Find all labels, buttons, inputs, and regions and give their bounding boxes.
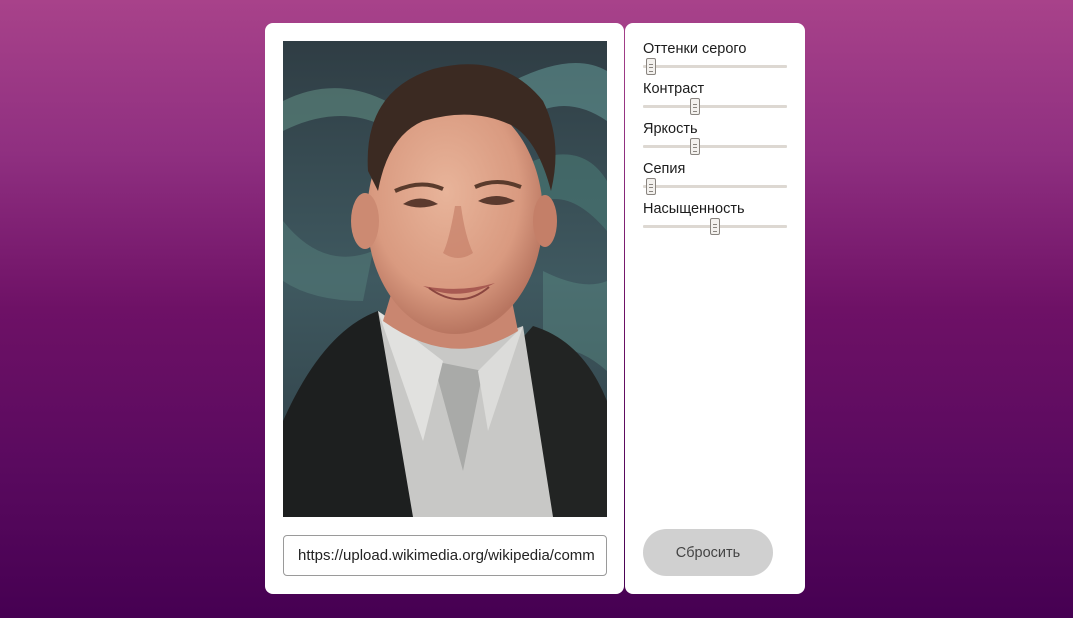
- contrast-slider-group: Контраст: [643, 81, 787, 121]
- reset-button[interactable]: Сбросить: [643, 529, 773, 576]
- saturation-label: Насыщенность: [643, 201, 745, 217]
- brightness-slider-group: Яркость: [643, 121, 787, 161]
- brightness-track[interactable]: [643, 145, 787, 148]
- saturation-slider-group: Насыщенность: [643, 201, 787, 241]
- image-card: [265, 23, 624, 594]
- sepia-thumb[interactable]: [646, 178, 656, 195]
- sepia-label: Сепия: [643, 161, 686, 177]
- contrast-thumb[interactable]: [690, 98, 700, 115]
- saturation-thumb[interactable]: [710, 218, 720, 235]
- contrast-track[interactable]: [643, 105, 787, 108]
- photo-preview: [283, 41, 607, 517]
- grayscale-slider-group: Оттенки серого: [643, 41, 787, 81]
- sepia-track[interactable]: [643, 185, 787, 188]
- image-url-input[interactable]: [283, 535, 607, 576]
- filter-sliders: Оттенки серого Контраст Яркость Сепия На…: [643, 41, 787, 241]
- brightness-thumb[interactable]: [690, 138, 700, 155]
- grayscale-track[interactable]: [643, 65, 787, 68]
- filters-panel: Оттенки серого Контраст Яркость Сепия На…: [625, 23, 805, 594]
- grayscale-label: Оттенки серого: [643, 41, 747, 57]
- sepia-slider-group: Сепия: [643, 161, 787, 201]
- portrait-image: [283, 41, 607, 517]
- brightness-label: Яркость: [643, 121, 698, 137]
- contrast-label: Контраст: [643, 81, 705, 97]
- grayscale-thumb[interactable]: [646, 58, 656, 75]
